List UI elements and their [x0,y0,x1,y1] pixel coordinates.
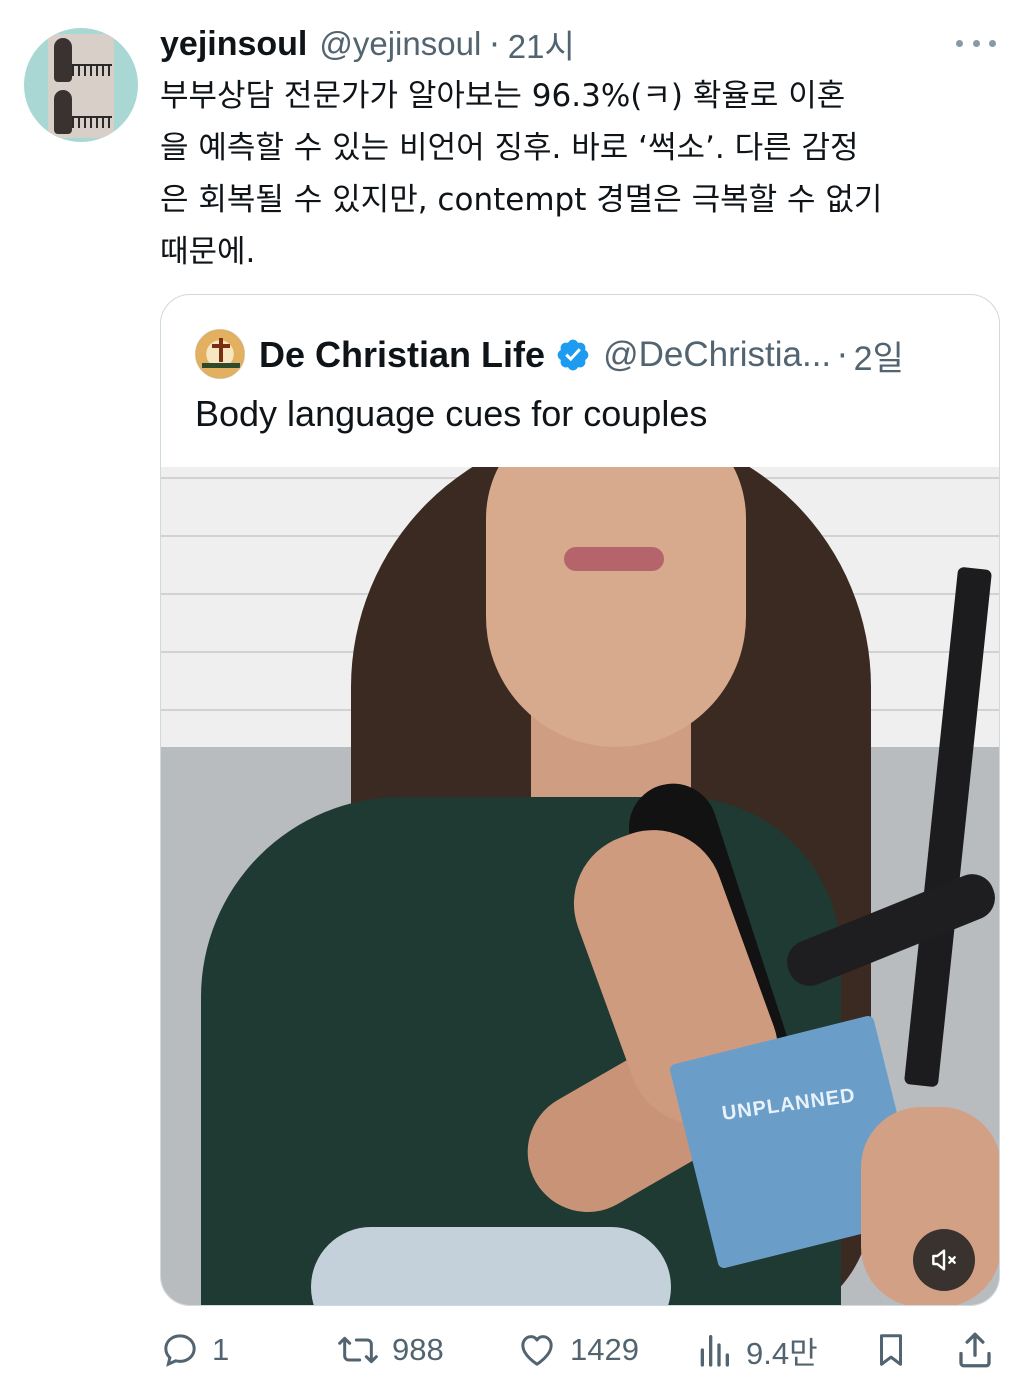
tweet-header: yejinsoul @yejinsoul · 21시 [160,22,575,66]
avatar-photo-top [48,34,114,86]
like-icon [521,1335,553,1366]
share-button[interactable] [954,1318,996,1382]
like-button[interactable]: 1429 [516,1318,639,1382]
cross-icon [219,338,223,362]
like-count: 1429 [570,1332,639,1367]
separator-dot: · [489,24,500,64]
views-button[interactable]: 9.4만 [694,1318,818,1382]
avatar-photo-bottom [48,86,114,138]
user-avatar[interactable] [24,28,138,142]
avatar-person [54,38,72,82]
tweet-timestamp[interactable]: 21시 [508,20,575,68]
separator-dot: · [837,335,848,375]
quoted-user-handle[interactable]: @DeChristia... [603,335,831,375]
quoted-tweet-card[interactable]: De Christian Life @DeChristia... · 2일 Bo… [160,294,1000,1306]
retweet-count: 988 [392,1332,444,1367]
speaker-muted-icon [932,1249,956,1271]
reply-button[interactable]: 1 [160,1318,229,1382]
cube-label: UNPLANNED [720,1084,857,1125]
quoted-tweet-timestamp[interactable]: 2일 [854,331,904,380]
more-icon[interactable] [956,38,996,48]
view-count: 9.4만 [746,1335,818,1371]
video-person-face [486,467,746,747]
retweet-button[interactable]: 988 [336,1318,444,1382]
share-icon [959,1332,991,1368]
tweet-action-bar: 1 988 1429 9.4만 [0,1318,1024,1382]
avatar-person [54,90,72,134]
verified-badge-icon [557,339,589,371]
tweet-text-line: 때문에. [160,234,256,270]
retweet-icon [338,1336,378,1364]
bookmark-icon [879,1334,903,1366]
mute-button[interactable] [913,1229,975,1291]
display-name[interactable]: yejinsoul [160,25,307,64]
reply-icon [164,1334,196,1367]
tweet-text-line: 을 예측할 수 있는 비언어 징후. 바로 ‘썩소’. 다른 감정 [160,130,859,166]
tweet-text-line: 은 회복될 수 있지만, contempt 경멸은 극복할 수 없기 [160,182,883,218]
views-icon [700,1335,729,1367]
reply-count: 1 [212,1332,230,1367]
quoted-tweet-header: De Christian Life @DeChristia... · 2일 [259,331,904,380]
quoted-tweet-text: Body language cues for couples [195,393,708,434]
tweet-text-line: 부부상담 전문가가 알아보는 96.3%(ㅋ) 확율로 이혼 [160,78,846,114]
video-player[interactable]: UNPLANNED [161,467,999,1305]
user-handle[interactable]: @yejinsoul [319,25,481,63]
quoted-user-avatar[interactable] [195,329,245,379]
tweet-text: 부부상담 전문가가 알아보는 96.3%(ㅋ) 확율로 이혼 을 예측할 수 있… [160,70,1010,278]
bookmark-button[interactable] [872,1318,910,1382]
quoted-display-name[interactable]: De Christian Life [259,334,545,376]
